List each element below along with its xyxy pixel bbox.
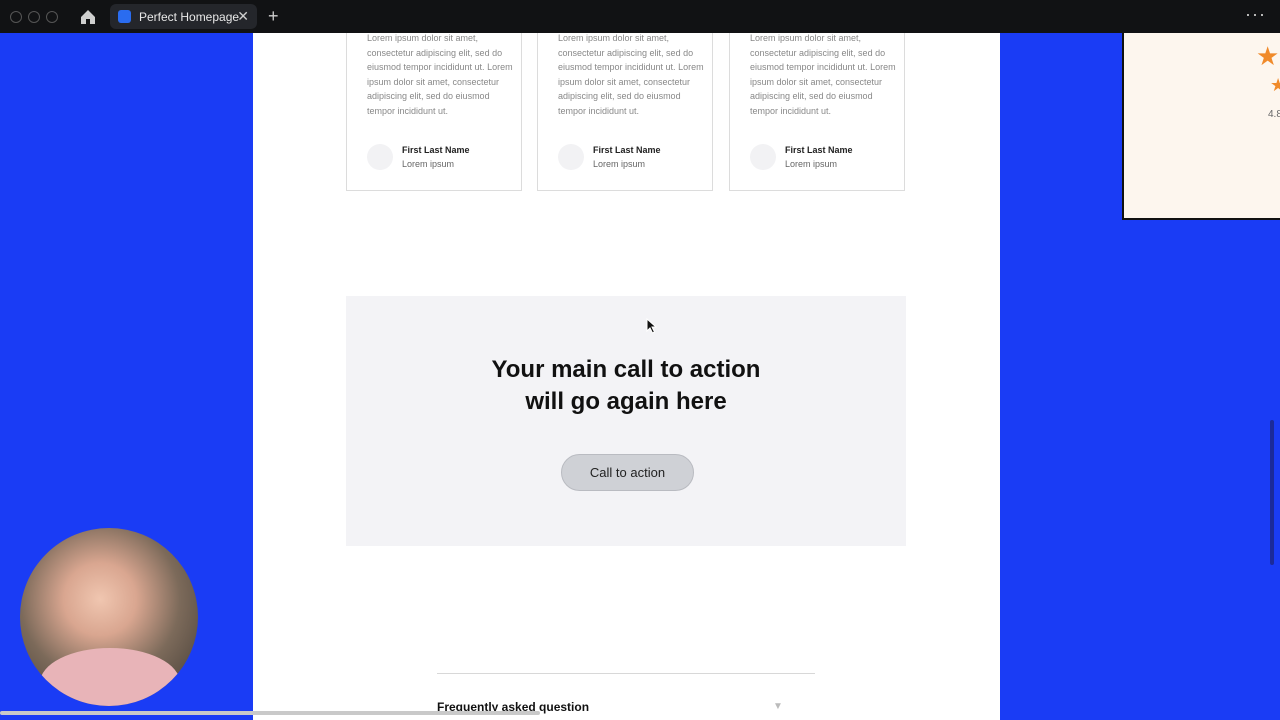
vertical-scrollbar[interactable] — [1270, 420, 1274, 565]
close-tab-icon[interactable]: ✕ — [237, 8, 249, 25]
avatar — [750, 144, 776, 170]
tab-title: Perfect Homepage — [139, 9, 240, 24]
close-window-button[interactable] — [10, 10, 22, 23]
testimonial-card: Lorem ipsum dolor sit amet, consectetur … — [346, 33, 522, 191]
webcam-overlay — [20, 528, 198, 706]
webcam-presenter — [40, 648, 180, 706]
call-to-action-button[interactable]: Call to action — [561, 454, 694, 491]
faq-divider — [437, 673, 815, 674]
chevron-down-icon[interactable]: ▼ — [773, 701, 783, 712]
avatar — [558, 144, 584, 170]
testimonial-text: Lorem ipsum dolor sit amet, consectetur … — [750, 33, 896, 116]
mouse-cursor-icon — [646, 318, 658, 334]
testimonial-text: Lorem ipsum dolor sit amet, consectetur … — [558, 33, 704, 116]
cta-heading-line-2: will go again here — [525, 388, 727, 415]
testimonial-card: Lorem ipsum dolor sit amet, consectetur … — [537, 33, 713, 191]
site-favicon-icon — [118, 10, 131, 23]
home-icon[interactable] — [79, 8, 97, 26]
browser-toolbar: Perfect Homepage ✕ + ··· — [0, 0, 1280, 33]
star-icon: ★ — [1256, 41, 1280, 71]
star-icon: ★ — [1270, 75, 1280, 95]
horizontal-scrollbar[interactable] — [0, 711, 540, 715]
cta-heading: Your main call to action will go again h… — [346, 354, 906, 418]
minimize-window-button[interactable] — [28, 10, 40, 23]
cta-heading-line-1: Your main call to action — [491, 356, 761, 383]
testimonial-role: Lorem ipsum — [785, 159, 838, 169]
testimonial-name: First Last Name — [785, 145, 853, 155]
testimonial-card: Lorem ipsum dolor sit amet, consectetur … — [729, 33, 905, 191]
testimonial-text: Lorem ipsum dolor sit amet, consectetur … — [367, 33, 513, 116]
tab-perfect-homepage[interactable]: Perfect Homepage ✕ — [110, 4, 257, 29]
testimonial-role: Lorem ipsum — [593, 159, 646, 169]
window-controls — [10, 10, 58, 23]
testimonial-role: Lorem ipsum — [402, 159, 455, 169]
review-preview-panel: ★ ★ 4.8 — [1122, 33, 1280, 220]
more-menu-icon[interactable]: ··· — [1245, 4, 1266, 25]
homepage-canvas: Lorem ipsum dolor sit amet, consectetur … — [253, 33, 1000, 720]
avatar — [367, 144, 393, 170]
cta-section: Your main call to action will go again h… — [346, 296, 906, 546]
testimonial-name: First Last Name — [593, 145, 661, 155]
testimonial-name: First Last Name — [402, 145, 470, 155]
maximize-window-button[interactable] — [46, 10, 58, 23]
rating-value: 4.8 — [1268, 109, 1280, 120]
new-tab-button[interactable]: + — [268, 6, 279, 27]
